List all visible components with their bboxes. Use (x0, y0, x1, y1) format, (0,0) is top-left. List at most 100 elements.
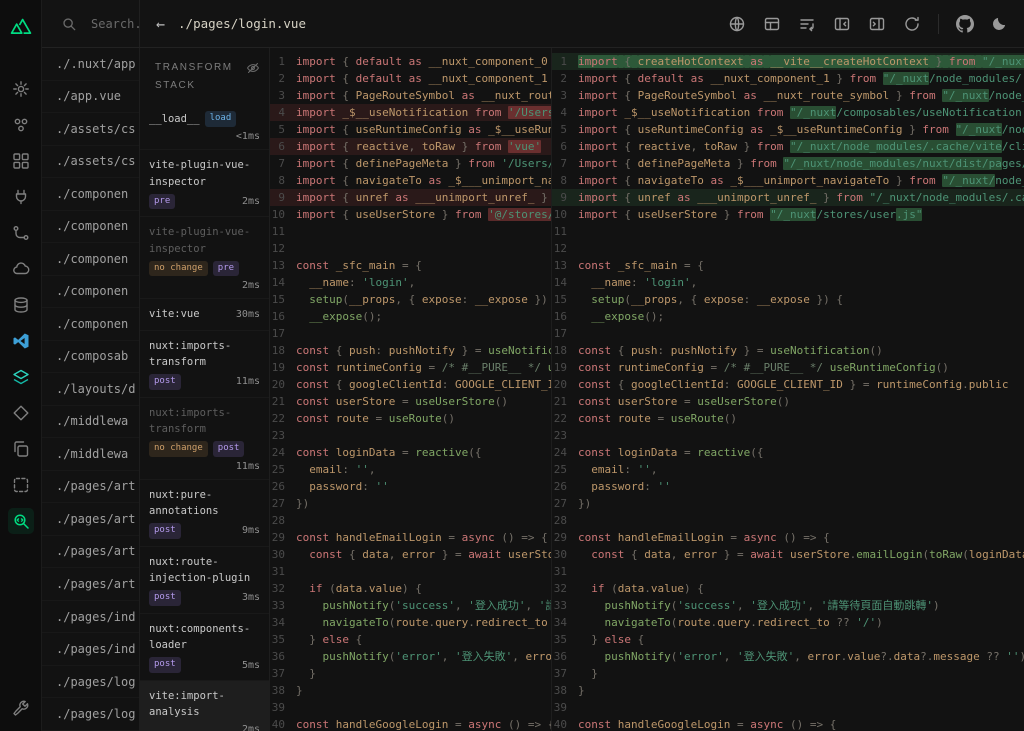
code-line: 19 const runtimeConfig = /* #__PURE__ */ … (553, 361, 949, 374)
line-number: 20 (553, 378, 567, 391)
file-list-item[interactable]: ./pages/art (42, 568, 139, 601)
code-line: 4 import _$__useNotification from "/_nuxt… (552, 104, 1024, 121)
dark-mode-toggle-icon[interactable] (991, 15, 1008, 32)
code-line: 27}) (553, 497, 592, 510)
globe-icon[interactable] (728, 15, 746, 33)
line-number: 31 (271, 565, 285, 578)
line-number: 38 (271, 684, 285, 697)
line-number: 36 (553, 650, 567, 663)
transform-stack-item[interactable]: nuxt:components-loader post 5ms (140, 614, 269, 681)
code-line: 23 (270, 427, 551, 444)
tools-icon[interactable] (8, 695, 34, 721)
file-list-item[interactable]: ./middlewa (42, 406, 139, 439)
code-line: 30 const { data, error } = await userSto… (271, 548, 551, 561)
file-list-item[interactable]: ./componen (42, 308, 139, 341)
pipeline-icon[interactable] (8, 220, 34, 246)
plugin-time: 5ms (241, 659, 260, 671)
documents-icon[interactable] (8, 436, 34, 462)
code-line: 23 (552, 427, 1024, 444)
line-number: 18 (553, 344, 567, 357)
badge-post: post (149, 590, 181, 606)
panel-right-icon[interactable] (868, 15, 886, 33)
file-list-item[interactable]: ./componen (42, 243, 139, 276)
github-icon[interactable] (956, 14, 974, 33)
transform-stack-item[interactable]: vite:import-analysis 2ms (140, 680, 269, 731)
file-list-item[interactable]: ./pages/log (42, 666, 139, 699)
line-number: 2 (560, 72, 567, 85)
nuxt-logo-icon[interactable] (8, 12, 34, 38)
storage-icon[interactable] (8, 292, 34, 318)
code-line: 7 import { definePageMeta } from '/Users/ (270, 155, 551, 172)
file-list-item[interactable]: ./componen (42, 211, 139, 244)
hosting-icon[interactable] (8, 256, 34, 282)
plugins-icon[interactable] (8, 184, 34, 210)
line-number: 3 (278, 89, 285, 102)
file-list-item[interactable]: ./.nuxt/app (42, 48, 139, 81)
inspect-icon[interactable] (7, 508, 34, 534)
file-list-item[interactable]: ./componen (42, 178, 139, 211)
file-list-item[interactable]: ./composab (42, 341, 139, 374)
table-view-icon[interactable] (763, 15, 781, 33)
devtools-layers-icon[interactable] (8, 364, 34, 390)
transform-stack-item[interactable]: nuxt:pure-annotations post 9ms (140, 480, 269, 547)
file-list-item[interactable]: ./app.vue (42, 81, 139, 114)
badge-pre: pre (149, 193, 176, 210)
eye-off-icon[interactable] (246, 61, 260, 75)
transform-stack-item[interactable]: nuxt:imports-transform post 11ms (140, 331, 269, 398)
badge-no-change: no change (149, 441, 208, 457)
code-line: 18 const { push: pushNotify } = useNotifi… (553, 344, 883, 357)
transform-stack-item[interactable]: vite-plugin-vue-inspector no change pre 2ms (140, 217, 269, 300)
transform-stack-item[interactable]: nuxt:imports-transform no change post 11ms (140, 398, 269, 480)
code-line: 8import { navigateTo as _$___unimport_na… (552, 172, 1024, 189)
file-list-item[interactable]: ./pages/log (42, 698, 139, 731)
code-line: 2 import { default as __nuxt_component_1 … (270, 70, 551, 87)
line-number: 16 (553, 310, 567, 323)
file-list-item[interactable]: ./layouts/d (42, 373, 139, 406)
file-search-input[interactable]: Search... (42, 0, 140, 47)
plugin-time: 2ms (241, 280, 260, 292)
file-list-item[interactable]: ./middlewa (42, 438, 139, 471)
modules-icon[interactable] (8, 112, 34, 138)
transform-stack-item[interactable]: vite:vue 30ms (140, 299, 269, 331)
settings-icon[interactable] (8, 76, 34, 102)
file-list-item[interactable]: ./pages/art (42, 503, 139, 536)
content-area: ./.nuxt/app ./app.vue ./assets/cs ./assets/… (42, 48, 1024, 731)
code-line: 4import _$__useNotification from '/Users… (270, 104, 551, 121)
back-button[interactable]: ← (156, 15, 165, 33)
panel-left-icon[interactable] (833, 15, 851, 33)
file-list-item[interactable]: ./assets/cs (42, 146, 139, 179)
file-list-item[interactable]: ./componen (42, 276, 139, 309)
line-number: 8 (560, 174, 567, 187)
file-list-item[interactable]: ./assets/cs (42, 113, 139, 146)
file-list-item[interactable]: ./pages/art (42, 471, 139, 504)
code-line: 18 const { push: pushNotify } = useNotifi… (271, 344, 551, 357)
refresh-icon[interactable] (903, 15, 921, 33)
code-line: 30 const { data, error } = await userSto… (553, 548, 1024, 561)
line-number: 21 (553, 395, 567, 408)
file-list-item[interactable]: ./pages/art (42, 536, 139, 569)
plugin-name: nuxt:route-injection-plugin (149, 555, 251, 584)
virtual-files-icon[interactable] (8, 400, 34, 426)
code-line: 1 import { default as __nuxt_component_0 … (270, 53, 551, 70)
plugin-time: <1ms (235, 131, 260, 143)
line-wrap-icon[interactable] (798, 15, 816, 33)
terminal-icon[interactable] (8, 472, 34, 498)
plugin-name: nuxt:components-loader (149, 622, 251, 651)
code-line: 3import { PageRouteSymbol as __nuxt_rout… (552, 87, 1024, 104)
file-list-item[interactable]: ./pages/ind (42, 601, 139, 634)
transform-stack-item[interactable]: nuxt:route-injection-plugin post 3ms (140, 547, 269, 614)
code-line: 36 pushNotify('error', '登入失敗', error.val… (271, 650, 551, 663)
magnifier-icon (61, 16, 77, 32)
file-list-item[interactable]: ./pages/ind (42, 633, 139, 666)
transform-stack-item[interactable]: __load__ load <1ms (140, 104, 269, 151)
line-number: 30 (271, 548, 285, 561)
line-number: 40 (553, 718, 567, 731)
components-icon[interactable] (8, 148, 34, 174)
page-title: ./pages/login.vue (178, 16, 306, 31)
code-line: 6 import { reactive, toRaw } from "/_nuxt… (552, 138, 1024, 155)
code-line: 36 pushNotify('error', '登入失敗', error.val… (553, 650, 1024, 663)
transform-stack-item[interactable]: vite-plugin-vue-inspector pre 2ms (140, 150, 269, 218)
vscode-icon[interactable] (8, 328, 34, 354)
line-number: 39 (271, 701, 285, 714)
badge-load: load (204, 111, 237, 127)
